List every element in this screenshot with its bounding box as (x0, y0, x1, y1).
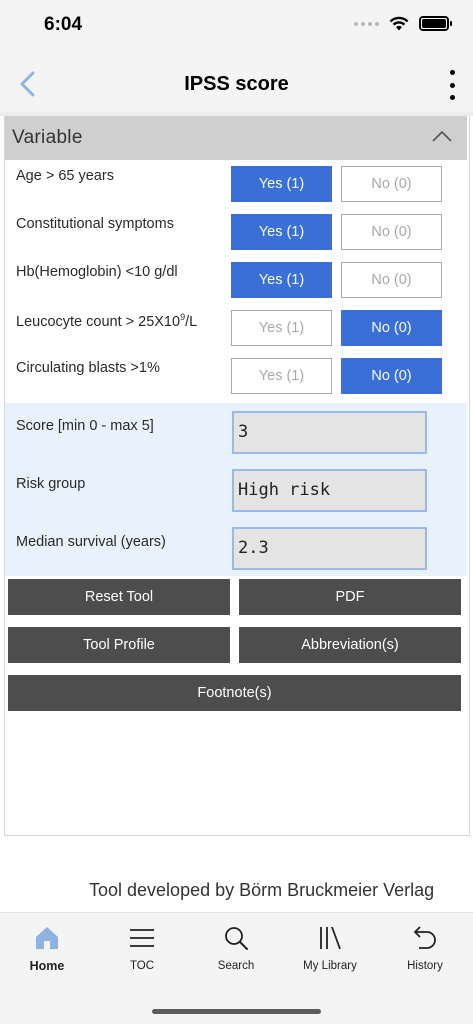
variable-row-hemoglobin: Hb(Hemoglobin) <10 g/dl Yes (1) No (0) (5, 258, 467, 306)
tool-card: Variable Age > 65 years Yes (1) No (0) C… (4, 116, 470, 836)
tool-profile-button[interactable]: Tool Profile (8, 627, 230, 663)
variable-label: Age > 65 years (16, 168, 114, 184)
section-title: Variable (12, 127, 83, 148)
age-no-button[interactable]: No (0) (341, 166, 442, 202)
median-survival-output-field: 2.3 (232, 527, 427, 570)
tab-home[interactable]: Home (0, 913, 94, 983)
abbreviations-button[interactable]: Abbreviation(s) (239, 627, 461, 663)
constitutional-yes-button[interactable]: Yes (1) (231, 214, 332, 250)
results-panel: Score [min 0 - max 5] 3 Risk group High … (5, 403, 467, 576)
leucocyte-yes-button[interactable]: Yes (1) (231, 310, 332, 346)
tab-bar: Home TOC Search My Library History (0, 912, 473, 1024)
status-time: 6:04 (44, 14, 83, 35)
variable-label: Hb(Hemoglobin) <10 g/dl (16, 264, 178, 280)
cellular-signal-icon (354, 21, 379, 26)
result-label: Risk group (16, 476, 86, 492)
pdf-button[interactable]: PDF (239, 579, 461, 615)
footnotes-button[interactable]: Footnote(s) (8, 675, 461, 711)
hemoglobin-no-button[interactable]: No (0) (341, 262, 442, 298)
credit-text: Tool developed by Börm Bruckmeier Verlag (89, 880, 435, 900)
home-indicator (152, 1009, 321, 1014)
tab-label: TOC (129, 960, 155, 972)
blasts-yes-button[interactable]: Yes (1) (231, 358, 332, 394)
result-row-risk-group: Risk group High risk (5, 463, 467, 513)
battery-icon (419, 16, 452, 31)
hemoglobin-yes-button[interactable]: Yes (1) (231, 262, 332, 298)
leucocyte-no-button[interactable]: No (0) (341, 310, 442, 346)
variable-label: Leucocyte count > 25X109/L (16, 312, 198, 330)
tab-label: My Library (303, 960, 357, 972)
variable-row-age: Age > 65 years Yes (1) No (0) (5, 162, 467, 210)
tab-label: Home (29, 959, 65, 973)
status-bar: 6:04 (0, 0, 473, 56)
constitutional-no-button[interactable]: No (0) (341, 214, 442, 250)
more-options-button[interactable] (447, 70, 457, 100)
result-row-median-survival: Median survival (years) 2.3 (5, 521, 467, 571)
tab-history[interactable]: History (378, 913, 472, 983)
chevron-up-icon[interactable] (431, 128, 453, 144)
home-icon (36, 927, 58, 949)
list-icon (130, 929, 154, 947)
tab-label: History (407, 960, 443, 972)
variable-label: Constitutional symptoms (16, 216, 174, 232)
risk-group-output-field: High risk (232, 469, 427, 512)
wifi-icon (389, 16, 409, 31)
tab-my-library[interactable]: My Library (283, 913, 377, 983)
variable-label: Circulating blasts >1% (16, 360, 160, 376)
status-icons (354, 16, 452, 31)
search-icon (225, 927, 248, 950)
more-vertical-icon (449, 70, 455, 75)
tab-toc[interactable]: TOC (95, 913, 189, 983)
result-label: Score [min 0 - max 5] (16, 418, 154, 434)
variable-row-leucocyte-count: Leucocyte count > 25X109/L Yes (1) No (0… (5, 306, 467, 354)
library-icon (320, 926, 341, 950)
age-yes-button[interactable]: Yes (1) (231, 166, 332, 202)
variable-row-circulating-blasts: Circulating blasts >1% Yes (1) No (0) (5, 354, 467, 402)
tab-label: Search (217, 960, 255, 972)
history-icon (413, 926, 436, 949)
variable-section-header[interactable]: Variable (5, 116, 467, 160)
page-title: IPSS score (184, 73, 289, 95)
tab-search[interactable]: Search (189, 913, 283, 983)
result-label: Median survival (years) (16, 534, 166, 550)
navigation-bar: IPSS score (0, 56, 473, 112)
result-row-score: Score [min 0 - max 5] 3 (5, 405, 467, 455)
reset-tool-button[interactable]: Reset Tool (8, 579, 230, 615)
variable-row-constitutional-symptoms: Constitutional symptoms Yes (1) No (0) (5, 210, 467, 258)
score-output-field: 3 (232, 411, 427, 454)
blasts-no-button[interactable]: No (0) (341, 358, 442, 394)
